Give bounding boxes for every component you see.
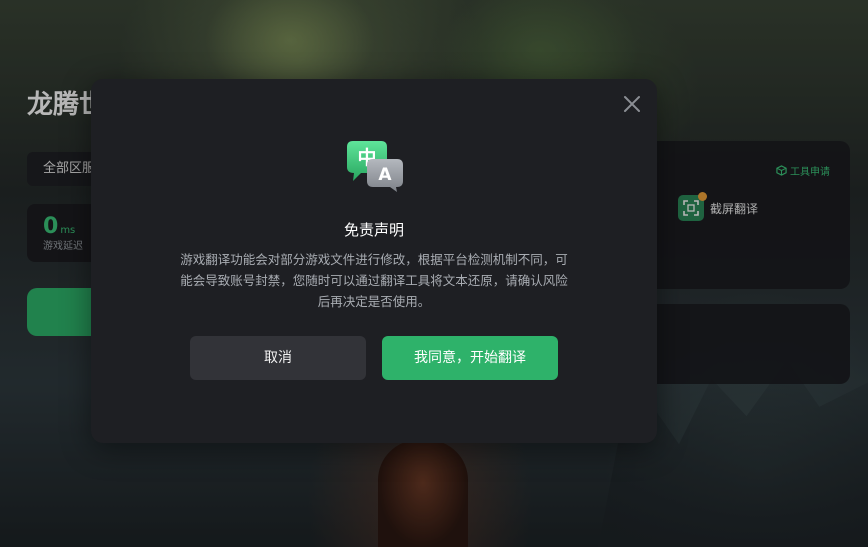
dialog-body: 游戏翻译功能会对部分游戏文件进行修改，根据平台检测机制不同，可能会导致账号封禁，… — [180, 252, 568, 309]
cancel-button[interactable]: 取消 — [190, 336, 366, 380]
close-icon[interactable] — [621, 93, 643, 115]
translate-icon: 中 A — [347, 141, 403, 192]
agree-start-translation-button[interactable]: 我同意，开始翻译 — [382, 336, 558, 380]
translate-icon-back-glyph: A — [378, 165, 392, 185]
dialog-title: 免责声明 — [343, 221, 404, 239]
disclaimer-dialog: 中 A 免责声明 游戏翻译功能会对部分游戏文件进行修改，根据平台检测机制不同，可… — [91, 79, 657, 443]
